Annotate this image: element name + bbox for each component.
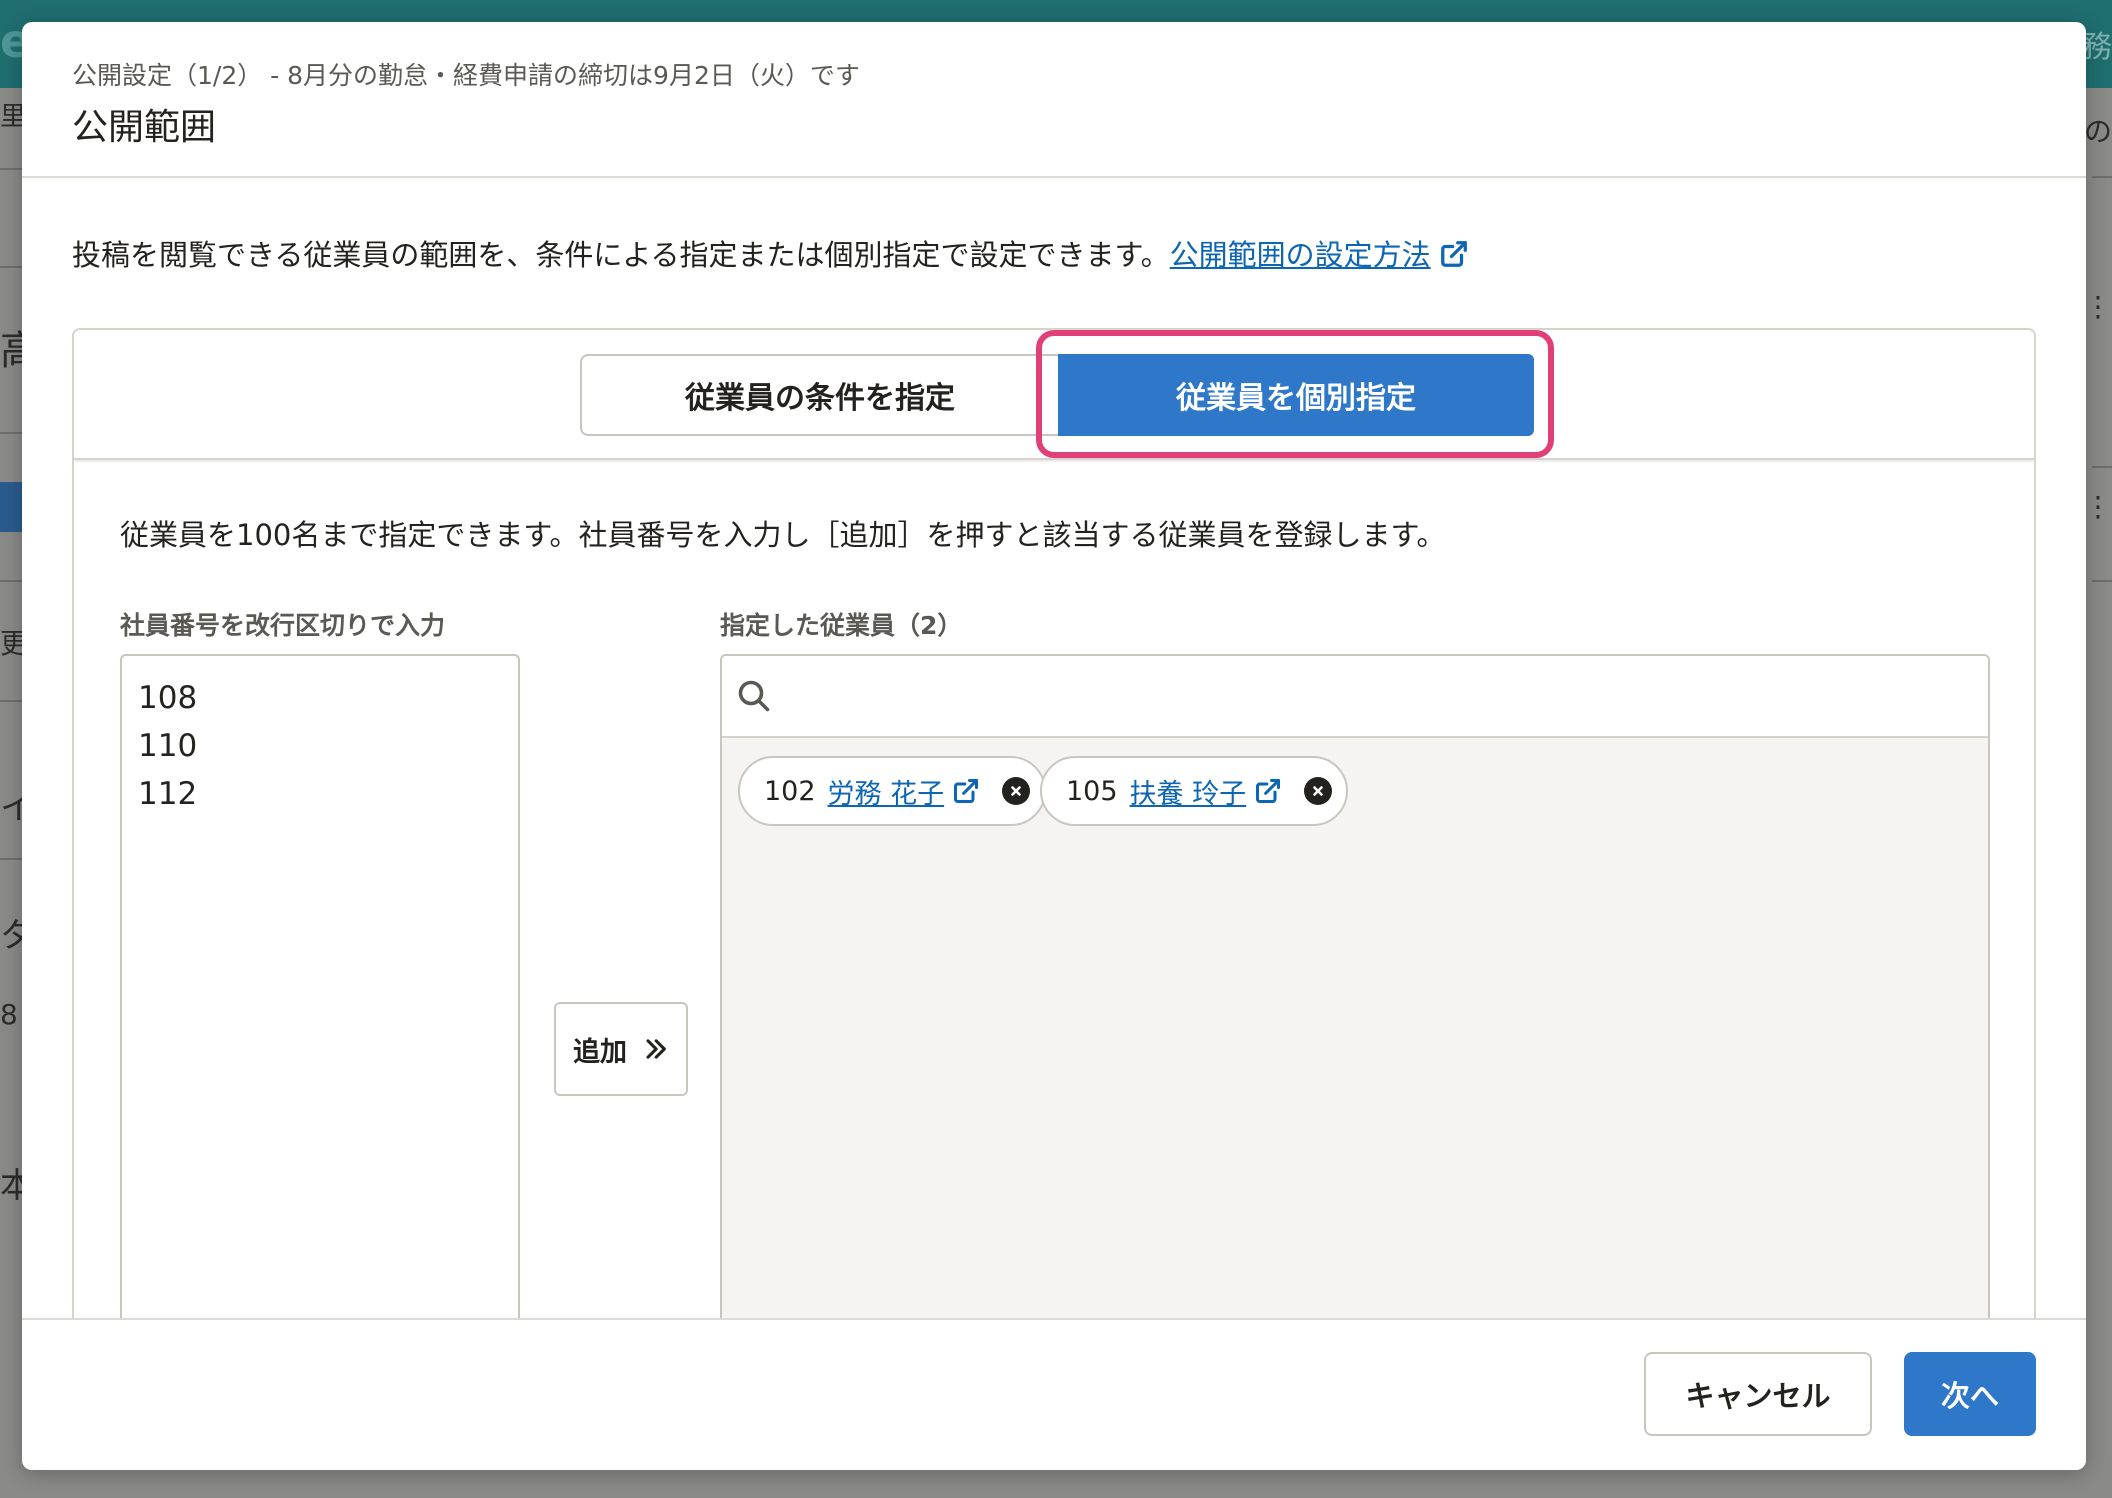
employee-chip: 102 労務 花子 [738,756,1047,826]
close-icon [1313,786,1323,796]
background-side-text: 8 [0,998,18,1031]
background-divider [0,432,22,434]
tab-employee-conditions[interactable]: 従業員の条件を指定 [580,354,1058,436]
background-divider [0,700,22,702]
external-link-icon [1256,778,1281,804]
close-icon [1011,786,1021,796]
employee-chip: 105 扶養 玲子 [1040,756,1349,826]
visibility-panel: 従業員の条件を指定 従業員を個別指定 従業員を100名まで指定できます。社員番号… [72,328,2036,1342]
next-button[interactable]: 次へ [1904,1352,2036,1436]
background-divider [0,266,22,268]
tab-individual-employees[interactable]: 従業員を個別指定 [1058,354,1534,436]
segmented-control: 従業員の条件を指定 従業員を個別指定 [74,330,2034,460]
double-chevron-right-icon [646,1039,666,1059]
description: 投稿を閲覧できる従業員の範囲を、条件による指定または個別指定で設定できます。公開… [72,232,1469,274]
background-divider [2092,580,2112,582]
search-icon [738,680,770,712]
external-link-icon [954,778,979,804]
employee-name-link[interactable]: 扶養 玲子 [1130,772,1247,811]
background-kebab-icon: ⋮ [2084,490,2112,523]
background-kebab-icon: ⋮ [2084,290,2112,323]
selected-employees-label: 指定した従業員（2） [720,611,963,640]
employee-number-input-label: 社員番号を改行区切りで入力 [120,611,446,640]
background-active-indicator [0,482,22,532]
search-row [722,656,1988,738]
background-divider [2092,176,2112,178]
remove-chip-button[interactable] [1002,777,1031,805]
description-text: 投稿を閲覧できる従業員の範囲を、条件による指定または個別指定で設定できます。 [72,238,1170,272]
cancel-button[interactable]: キャンセル [1644,1352,1872,1436]
modal-header: 公開設定（1/2） - 8月分の勤怠・経費申請の締切は9月2日（火）です 公開範… [22,22,2086,178]
employee-number: 102 [764,775,816,807]
hint-text: 従業員を100名まで指定できます。社員番号を入力し［追加］を押すと該当する従業員… [120,518,1446,552]
employee-name-link[interactable]: 労務 花子 [828,772,945,811]
modal-subtitle: 公開設定（1/2） - 8月分の勤怠・経費申請の締切は9月2日（火）です [72,61,860,90]
modal-body: 投稿を閲覧できる従業員の範囲を、条件による指定または個別指定で設定できます。公開… [22,180,2086,1342]
help-link[interactable]: 公開範囲の設定方法 [1170,238,1469,272]
add-button[interactable]: 追加 [554,1002,688,1096]
external-link-icon [1440,241,1467,267]
background-right-text: の [2083,115,2112,148]
background-top-right-text: 務 [2082,30,2112,65]
modal-footer: キャンセル 次へ [22,1318,2086,1470]
modal-title: 公開範囲 [72,107,217,148]
remove-chip-button[interactable] [1304,777,1333,805]
employee-number: 105 [1066,775,1118,807]
employee-number-textarea[interactable] [120,654,520,1342]
selected-employees-box: 102 労務 花子 105 扶養 玲子 [720,654,1990,1342]
employee-search-input[interactable] [782,666,1962,726]
individual-selection-body: 従業員を100名まで指定できます。社員番号を入力し［追加］を押すと該当する従業員… [74,462,2034,1342]
background-divider [0,858,22,860]
background-divider [0,168,22,170]
add-button-label: 追加 [573,1036,627,1068]
background-divider [2092,466,2112,468]
background-divider [0,580,22,582]
visibility-settings-modal: 公開設定（1/2） - 8月分の勤怠・経費申請の締切は9月2日（火）です 公開範… [22,22,2086,1470]
help-link-text: 公開範囲の設定方法 [1169,238,1431,272]
